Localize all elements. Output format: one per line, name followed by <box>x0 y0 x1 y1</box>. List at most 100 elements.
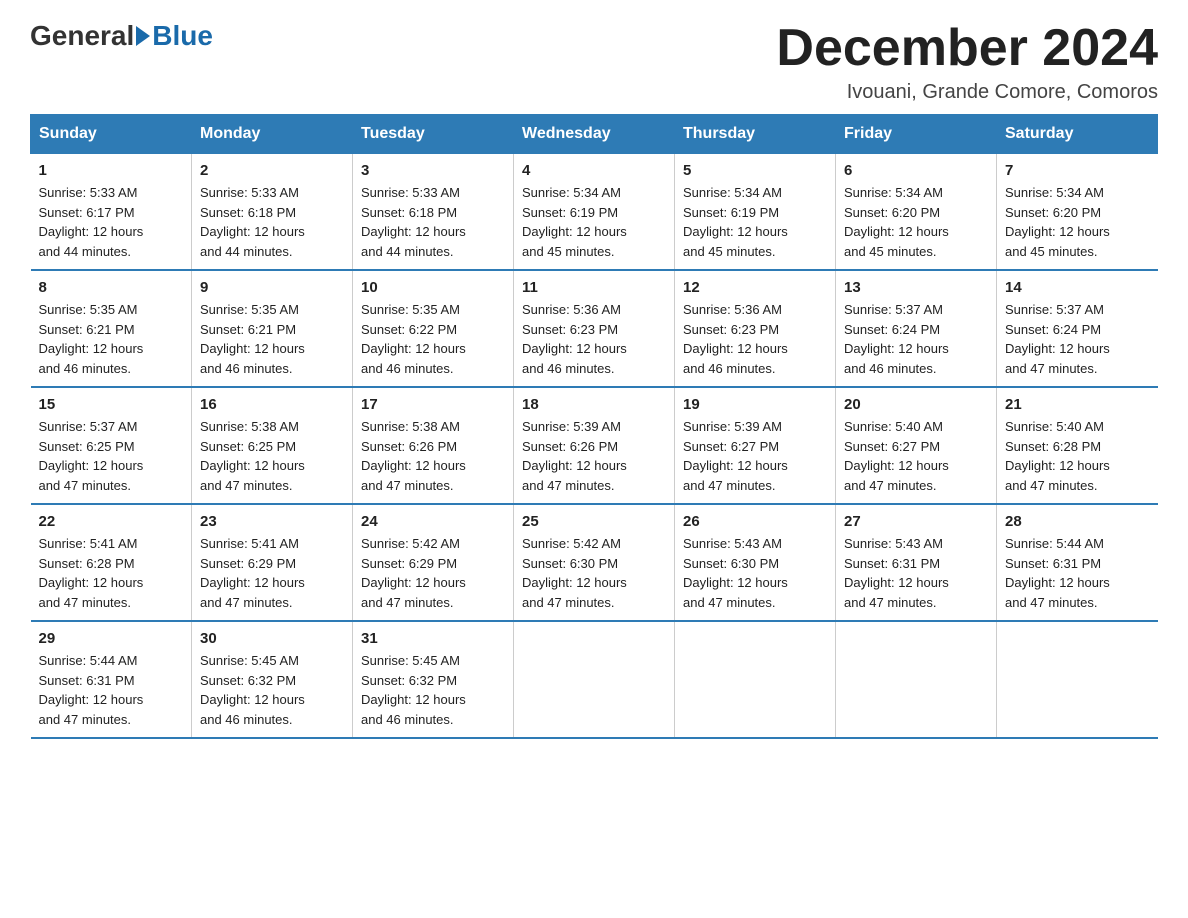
calendar-cell: 20 Sunrise: 5:40 AM Sunset: 6:27 PM Dayl… <box>836 387 997 504</box>
calendar-table: SundayMondayTuesdayWednesdayThursdayFrid… <box>30 114 1158 739</box>
weekday-header-thursday: Thursday <box>675 115 836 154</box>
calendar-cell: 1 Sunrise: 5:33 AM Sunset: 6:17 PM Dayli… <box>31 154 192 271</box>
day-info: Sunrise: 5:43 AM Sunset: 6:30 PM Dayligh… <box>683 534 827 612</box>
weekday-header-friday: Friday <box>836 115 997 154</box>
calendar-cell: 31 Sunrise: 5:45 AM Sunset: 6:32 PM Dayl… <box>353 621 514 738</box>
day-info: Sunrise: 5:33 AM Sunset: 6:17 PM Dayligh… <box>39 183 184 261</box>
calendar-cell: 28 Sunrise: 5:44 AM Sunset: 6:31 PM Dayl… <box>997 504 1158 621</box>
day-info: Sunrise: 5:34 AM Sunset: 6:20 PM Dayligh… <box>844 183 988 261</box>
page-header: General Blue December 2024 Ivouani, Gran… <box>30 20 1158 104</box>
calendar-cell: 26 Sunrise: 5:43 AM Sunset: 6:30 PM Dayl… <box>675 504 836 621</box>
logo-blue-text: Blue <box>152 20 213 52</box>
day-info: Sunrise: 5:33 AM Sunset: 6:18 PM Dayligh… <box>361 183 505 261</box>
day-number: 11 <box>522 279 666 296</box>
day-info: Sunrise: 5:34 AM Sunset: 6:19 PM Dayligh… <box>522 183 666 261</box>
day-number: 23 <box>200 513 344 530</box>
day-info: Sunrise: 5:37 AM Sunset: 6:24 PM Dayligh… <box>1005 300 1150 378</box>
calendar-cell <box>514 621 675 738</box>
day-number: 26 <box>683 513 827 530</box>
day-info: Sunrise: 5:34 AM Sunset: 6:19 PM Dayligh… <box>683 183 827 261</box>
day-number: 2 <box>200 162 344 179</box>
title-section: December 2024 Ivouani, Grande Comore, Co… <box>776 20 1158 104</box>
day-number: 13 <box>844 279 988 296</box>
day-info: Sunrise: 5:35 AM Sunset: 6:21 PM Dayligh… <box>39 300 184 378</box>
day-number: 25 <box>522 513 666 530</box>
day-number: 16 <box>200 396 344 413</box>
day-number: 3 <box>361 162 505 179</box>
calendar-cell: 17 Sunrise: 5:38 AM Sunset: 6:26 PM Dayl… <box>353 387 514 504</box>
day-info: Sunrise: 5:35 AM Sunset: 6:22 PM Dayligh… <box>361 300 505 378</box>
weekday-header-saturday: Saturday <box>997 115 1158 154</box>
day-number: 28 <box>1005 513 1150 530</box>
logo: General Blue <box>30 20 213 52</box>
day-info: Sunrise: 5:37 AM Sunset: 6:24 PM Dayligh… <box>844 300 988 378</box>
day-info: Sunrise: 5:41 AM Sunset: 6:28 PM Dayligh… <box>39 534 184 612</box>
day-info: Sunrise: 5:39 AM Sunset: 6:27 PM Dayligh… <box>683 417 827 495</box>
day-number: 24 <box>361 513 505 530</box>
calendar-cell: 4 Sunrise: 5:34 AM Sunset: 6:19 PM Dayli… <box>514 154 675 271</box>
week-row-4: 22 Sunrise: 5:41 AM Sunset: 6:28 PM Dayl… <box>31 504 1158 621</box>
day-number: 29 <box>39 630 184 647</box>
day-info: Sunrise: 5:40 AM Sunset: 6:28 PM Dayligh… <box>1005 417 1150 495</box>
day-info: Sunrise: 5:44 AM Sunset: 6:31 PM Dayligh… <box>39 651 184 729</box>
calendar-cell: 14 Sunrise: 5:37 AM Sunset: 6:24 PM Dayl… <box>997 270 1158 387</box>
day-info: Sunrise: 5:34 AM Sunset: 6:20 PM Dayligh… <box>1005 183 1150 261</box>
calendar-cell: 15 Sunrise: 5:37 AM Sunset: 6:25 PM Dayl… <box>31 387 192 504</box>
calendar-cell: 16 Sunrise: 5:38 AM Sunset: 6:25 PM Dayl… <box>192 387 353 504</box>
day-number: 9 <box>200 279 344 296</box>
calendar-cell: 23 Sunrise: 5:41 AM Sunset: 6:29 PM Dayl… <box>192 504 353 621</box>
weekday-header-monday: Monday <box>192 115 353 154</box>
calendar-cell: 8 Sunrise: 5:35 AM Sunset: 6:21 PM Dayli… <box>31 270 192 387</box>
calendar-cell: 9 Sunrise: 5:35 AM Sunset: 6:21 PM Dayli… <box>192 270 353 387</box>
day-number: 31 <box>361 630 505 647</box>
weekday-header-wednesday: Wednesday <box>514 115 675 154</box>
day-info: Sunrise: 5:45 AM Sunset: 6:32 PM Dayligh… <box>361 651 505 729</box>
calendar-cell: 29 Sunrise: 5:44 AM Sunset: 6:31 PM Dayl… <box>31 621 192 738</box>
calendar-cell: 11 Sunrise: 5:36 AM Sunset: 6:23 PM Dayl… <box>514 270 675 387</box>
month-title: December 2024 <box>776 20 1158 77</box>
calendar-cell: 27 Sunrise: 5:43 AM Sunset: 6:31 PM Dayl… <box>836 504 997 621</box>
calendar-cell: 5 Sunrise: 5:34 AM Sunset: 6:19 PM Dayli… <box>675 154 836 271</box>
calendar-cell: 22 Sunrise: 5:41 AM Sunset: 6:28 PM Dayl… <box>31 504 192 621</box>
day-number: 19 <box>683 396 827 413</box>
calendar-cell: 18 Sunrise: 5:39 AM Sunset: 6:26 PM Dayl… <box>514 387 675 504</box>
day-info: Sunrise: 5:42 AM Sunset: 6:30 PM Dayligh… <box>522 534 666 612</box>
day-info: Sunrise: 5:35 AM Sunset: 6:21 PM Dayligh… <box>200 300 344 378</box>
calendar-cell: 21 Sunrise: 5:40 AM Sunset: 6:28 PM Dayl… <box>997 387 1158 504</box>
day-number: 22 <box>39 513 184 530</box>
calendar-cell <box>836 621 997 738</box>
day-info: Sunrise: 5:36 AM Sunset: 6:23 PM Dayligh… <box>683 300 827 378</box>
day-info: Sunrise: 5:33 AM Sunset: 6:18 PM Dayligh… <box>200 183 344 261</box>
day-number: 20 <box>844 396 988 413</box>
day-number: 14 <box>1005 279 1150 296</box>
week-row-3: 15 Sunrise: 5:37 AM Sunset: 6:25 PM Dayl… <box>31 387 1158 504</box>
calendar-cell: 24 Sunrise: 5:42 AM Sunset: 6:29 PM Dayl… <box>353 504 514 621</box>
day-info: Sunrise: 5:36 AM Sunset: 6:23 PM Dayligh… <box>522 300 666 378</box>
day-info: Sunrise: 5:44 AM Sunset: 6:31 PM Dayligh… <box>1005 534 1150 612</box>
logo-arrow-icon <box>136 26 150 46</box>
day-info: Sunrise: 5:40 AM Sunset: 6:27 PM Dayligh… <box>844 417 988 495</box>
day-info: Sunrise: 5:39 AM Sunset: 6:26 PM Dayligh… <box>522 417 666 495</box>
calendar-cell: 13 Sunrise: 5:37 AM Sunset: 6:24 PM Dayl… <box>836 270 997 387</box>
day-number: 30 <box>200 630 344 647</box>
calendar-cell: 3 Sunrise: 5:33 AM Sunset: 6:18 PM Dayli… <box>353 154 514 271</box>
calendar-cell: 7 Sunrise: 5:34 AM Sunset: 6:20 PM Dayli… <box>997 154 1158 271</box>
week-row-2: 8 Sunrise: 5:35 AM Sunset: 6:21 PM Dayli… <box>31 270 1158 387</box>
calendar-cell: 25 Sunrise: 5:42 AM Sunset: 6:30 PM Dayl… <box>514 504 675 621</box>
day-info: Sunrise: 5:41 AM Sunset: 6:29 PM Dayligh… <box>200 534 344 612</box>
week-row-5: 29 Sunrise: 5:44 AM Sunset: 6:31 PM Dayl… <box>31 621 1158 738</box>
day-number: 4 <box>522 162 666 179</box>
calendar-cell: 2 Sunrise: 5:33 AM Sunset: 6:18 PM Dayli… <box>192 154 353 271</box>
day-info: Sunrise: 5:45 AM Sunset: 6:32 PM Dayligh… <box>200 651 344 729</box>
week-row-1: 1 Sunrise: 5:33 AM Sunset: 6:17 PM Dayli… <box>31 154 1158 271</box>
day-info: Sunrise: 5:42 AM Sunset: 6:29 PM Dayligh… <box>361 534 505 612</box>
calendar-cell: 12 Sunrise: 5:36 AM Sunset: 6:23 PM Dayl… <box>675 270 836 387</box>
calendar-cell <box>675 621 836 738</box>
day-number: 21 <box>1005 396 1150 413</box>
day-number: 12 <box>683 279 827 296</box>
location-title: Ivouani, Grande Comore, Comoros <box>776 81 1158 104</box>
calendar-cell: 6 Sunrise: 5:34 AM Sunset: 6:20 PM Dayli… <box>836 154 997 271</box>
day-number: 15 <box>39 396 184 413</box>
day-number: 7 <box>1005 162 1150 179</box>
day-number: 1 <box>39 162 184 179</box>
